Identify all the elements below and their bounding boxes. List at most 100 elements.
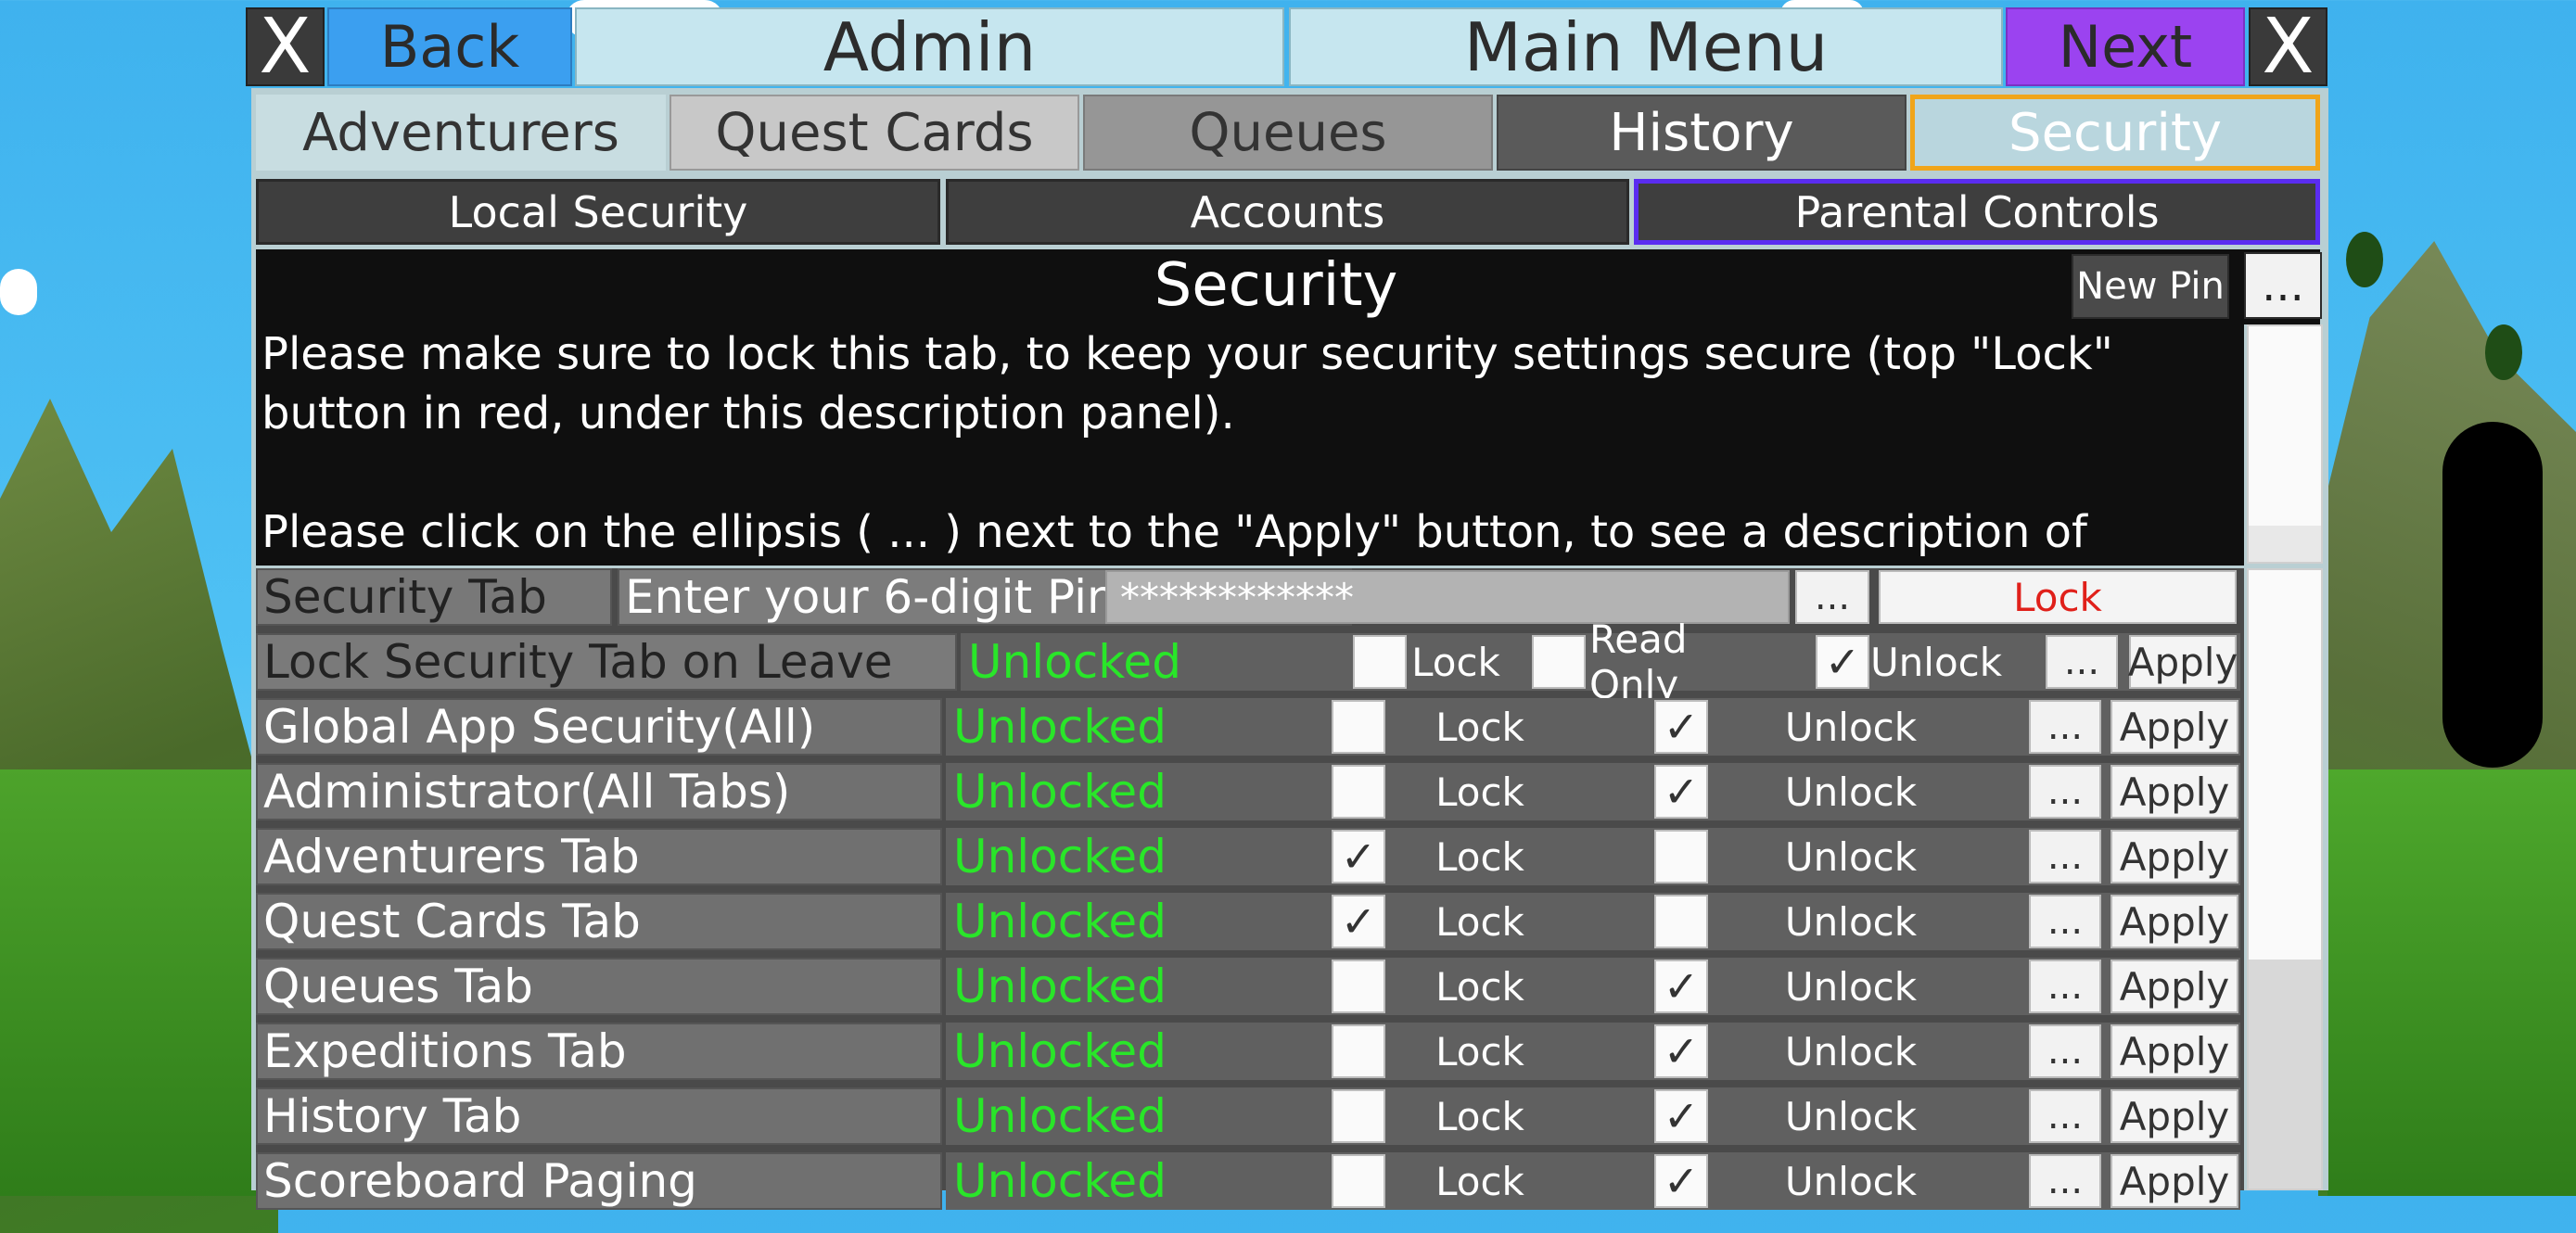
row-ellipsis-button[interactable]: ... — [2029, 895, 2101, 948]
row-apply-button[interactable]: Apply — [2111, 1089, 2238, 1143]
table-row: Queues Tab Unlocked Lock ✓ Unlock... Apply — [256, 958, 2240, 1015]
check-icon: ✓ — [1340, 896, 1377, 947]
subtab-parental-controls[interactable]: Parental Controls — [1634, 179, 2320, 245]
row-apply-button[interactable]: Apply — [2111, 1154, 2238, 1208]
check-icon: ✓ — [1340, 832, 1377, 882]
side-handle[interactable] — [2442, 422, 2543, 768]
row-apply-button[interactable]: Apply — [2111, 765, 2238, 819]
leave-read-only-checkbox[interactable] — [1532, 635, 1586, 689]
row-apply-button[interactable]: Apply — [2111, 1024, 2238, 1078]
row-lock-checkbox[interactable] — [1332, 1089, 1385, 1143]
row-ellipsis-button[interactable]: ... — [2029, 700, 2101, 754]
row-ellipsis-button[interactable]: ... — [2029, 1154, 2101, 1208]
admin-field[interactable]: Admin — [575, 7, 1284, 86]
row-unlock-checkbox[interactable]: ✓ — [1654, 700, 1708, 754]
check-icon: ✓ — [1663, 767, 1700, 817]
back-button[interactable]: Back — [327, 7, 572, 86]
leave-lock-checkbox[interactable] — [1353, 635, 1407, 689]
table-row: Scoreboard Paging Unlocked Lock ✓ Unlock... A… — [256, 1152, 2240, 1210]
row-apply-button[interactable]: Apply — [2111, 960, 2238, 1013]
row-unlock-label: Unlock — [1784, 963, 1918, 1010]
description-scroll-thumb[interactable] — [2249, 326, 2321, 526]
close-right-button[interactable]: X — [2249, 3, 2327, 91]
row-unlock-checkbox[interactable] — [1654, 895, 1708, 948]
row-unlock-checkbox[interactable] — [1654, 830, 1708, 883]
tab-history[interactable]: History — [1497, 95, 1906, 171]
leave-row: Lock Security Tab on Leave Unlocked Lock… — [256, 616, 2240, 707]
pin-ellipsis-button[interactable]: ... — [1795, 570, 1869, 624]
tab-quest-cards[interactable]: Quest Cards — [670, 95, 1079, 171]
row-lock-label: Lock — [1435, 963, 1524, 1010]
check-icon: ✓ — [1663, 1156, 1700, 1206]
table-row: History Tab Unlocked Lock ✓ Unlock... Apply — [256, 1087, 2240, 1145]
pin-row-label: Security Tab — [256, 568, 612, 626]
row-unlock-label: Unlock — [1784, 1093, 1918, 1139]
table-row: Adventurers Tab Unlocked ✓ Lock Unlock... App… — [256, 828, 2240, 885]
row-apply-button[interactable]: Apply — [2111, 700, 2238, 754]
row-unlock-label: Unlock — [1784, 1158, 1918, 1204]
tab-adventurers[interactable]: Adventurers — [256, 95, 666, 171]
right-grass — [2327, 769, 2576, 1196]
new-pin-button[interactable]: New Pin — [2072, 254, 2229, 319]
table-row: Global App Security(All) Unlocked Lock ✓ Unl… — [256, 698, 2240, 756]
check-icon: ✓ — [1663, 1091, 1700, 1141]
row-lock-checkbox[interactable] — [1332, 960, 1385, 1013]
close-left-button[interactable]: X — [246, 3, 325, 91]
row-unlock-label: Unlock — [1784, 833, 1918, 880]
leave-apply-button[interactable]: Apply — [2128, 635, 2238, 689]
row-apply-button[interactable]: Apply — [2111, 895, 2238, 948]
check-icon: ✓ — [1663, 961, 1700, 1011]
row-label: Scoreboard Paging — [256, 1152, 942, 1210]
check-icon: ✓ — [1824, 637, 1861, 687]
row-label: Quest Cards Tab — [256, 893, 942, 950]
row-ellipsis-button[interactable]: ... — [2029, 1089, 2101, 1143]
row-unlock-checkbox[interactable]: ✓ — [1654, 1154, 1708, 1208]
lock-button[interactable]: Lock — [1879, 570, 2237, 624]
subtab-local-security[interactable]: Local Security — [256, 179, 940, 245]
row-ellipsis-button[interactable]: ... — [2029, 765, 2101, 819]
row-unlock-checkbox[interactable]: ✓ — [1654, 1089, 1708, 1143]
row-unlock-checkbox[interactable]: ✓ — [1654, 1024, 1708, 1078]
tab-security[interactable]: Security — [1910, 95, 2320, 171]
leave-unlock-checkbox[interactable]: ✓ — [1816, 635, 1869, 689]
row-lock-checkbox[interactable] — [1332, 1154, 1385, 1208]
row-ellipsis-button[interactable]: ... — [2029, 830, 2101, 883]
row-lock-checkbox[interactable] — [1332, 1024, 1385, 1078]
row-lock-label: Lock — [1435, 833, 1524, 880]
row-lock-checkbox[interactable]: ✓ — [1332, 830, 1385, 883]
left-grass — [0, 769, 287, 1196]
row-apply-button[interactable]: Apply — [2111, 830, 2238, 883]
row-unlock-checkbox[interactable]: ✓ — [1654, 960, 1708, 1013]
leave-read-only-label: Read Only — [1589, 616, 1688, 707]
check-icon: ✓ — [1663, 702, 1700, 752]
row-unlock-label: Unlock — [1784, 898, 1918, 945]
row-ellipsis-button[interactable]: ... — [2029, 1024, 2101, 1078]
security-menu-button[interactable]: ... — [2244, 252, 2322, 319]
row-lock-checkbox[interactable] — [1332, 700, 1385, 754]
tab-queues[interactable]: Queues — [1083, 95, 1493, 171]
main-menu-field[interactable]: Main Menu — [1289, 7, 2003, 86]
row-label: Expeditions Tab — [256, 1023, 942, 1080]
leave-unlock-label: Unlock — [1869, 639, 2003, 685]
leave-lock-label: Lock — [1411, 639, 1500, 685]
leave-ellipsis-button[interactable]: ... — [2046, 635, 2118, 689]
tree — [2346, 232, 2383, 287]
close-icon: X — [2262, 3, 2315, 91]
table-row: Quest Cards Tab Unlocked ✓ Lock Unlock... App… — [256, 893, 2240, 950]
check-icon: ✓ — [1663, 1026, 1700, 1076]
row-unlock-label: Unlock — [1784, 769, 1918, 815]
cloud — [0, 269, 37, 315]
row-ellipsis-button[interactable]: ... — [2029, 960, 2101, 1013]
row-unlock-checkbox[interactable]: ✓ — [1654, 765, 1708, 819]
leave-row-label: Lock Security Tab on Leave — [256, 633, 957, 691]
subtab-accounts[interactable]: Accounts — [946, 179, 1629, 245]
row-lock-checkbox[interactable] — [1332, 765, 1385, 819]
table-scroll-thumb[interactable] — [2249, 570, 2321, 960]
security-title: Security — [1154, 251, 1398, 320]
row-lock-label: Lock — [1435, 1028, 1524, 1074]
row-label: History Tab — [256, 1087, 942, 1145]
row-lock-label: Lock — [1435, 898, 1524, 945]
next-button[interactable]: Next — [2006, 7, 2245, 86]
table-row: Administrator(All Tabs) Unlocked Lock ✓ Unlo… — [256, 763, 2240, 820]
row-lock-checkbox[interactable]: ✓ — [1332, 895, 1385, 948]
